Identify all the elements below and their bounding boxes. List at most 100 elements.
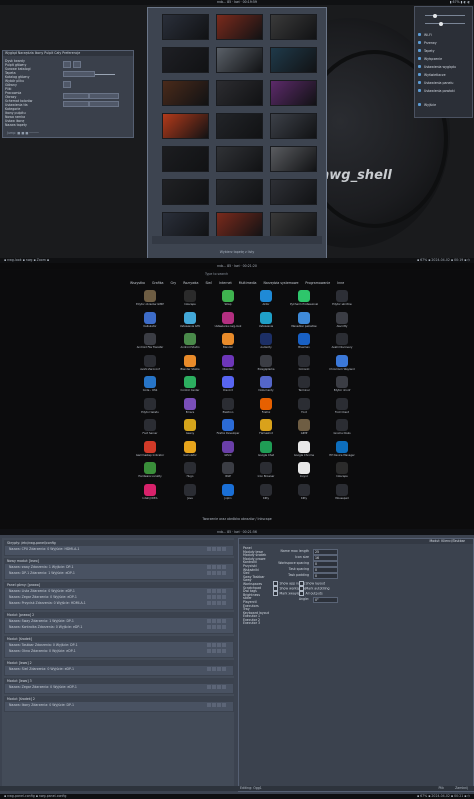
- brightness-slider[interactable]: [425, 21, 465, 26]
- app-label[interactable]: GIMP: [284, 432, 324, 435]
- color-swatch[interactable]: [63, 81, 71, 88]
- hp-icon[interactable]: [336, 440, 348, 453]
- bluetooth-icon[interactable]: [298, 333, 310, 345]
- gammastep-icon[interactable]: [144, 440, 156, 453]
- menu-item[interactable]: Preferencje: [62, 51, 80, 55]
- app-label[interactable]: Avahi Zeroconf: [130, 368, 170, 371]
- app-label[interactable]: Dokumenty: [246, 389, 286, 392]
- app-label[interactable]: Aktor: [246, 303, 286, 306]
- edit-icon[interactable]: [217, 625, 221, 629]
- foot-icon[interactable]: [144, 419, 156, 431]
- quick-item[interactable]: Tapety: [418, 49, 435, 53]
- app-label[interactable]: Gnome Disks: [322, 432, 362, 435]
- color-swatch[interactable]: [63, 61, 71, 68]
- edit-icon[interactable]: [217, 547, 221, 551]
- docs-icon[interactable]: [260, 376, 272, 388]
- module-row[interactable]: Nazwa: Sieć Zdarzenia: 0 Wyjście: eDP-1: [9, 667, 229, 672]
- move-up-icon[interactable]: [207, 685, 211, 689]
- app-label[interactable]: Edytor skrótów: [322, 303, 362, 306]
- move-down-icon[interactable]: [212, 565, 216, 569]
- app-label[interactable]: Google Chat: [246, 454, 286, 457]
- module-row[interactable]: Nazwa: Lista Zdarzenia: 0 Wyjście: eDP-1: [9, 589, 229, 594]
- move-down-icon[interactable]: [212, 589, 216, 593]
- wallpaper-thumbnail[interactable]: [216, 113, 263, 139]
- module-row[interactable]: Nazwa: sway Zdarzenia: 1 Wyjście: DP-1: [9, 565, 229, 570]
- app-label[interactable]: Galculator: [170, 454, 210, 457]
- edit-icon[interactable]: [217, 667, 221, 671]
- category-button[interactable]: Gry: [171, 281, 177, 285]
- quick-item-wifi[interactable]: Wi-Fi: [418, 33, 432, 37]
- move-down-icon[interactable]: [212, 649, 216, 653]
- file-button[interactable]: Plik: [438, 786, 444, 791]
- chromium-icon[interactable]: [336, 354, 348, 367]
- taskbar[interactable]: ▪ nwg-panel-config ▪ nwg-panel-config: [4, 794, 66, 799]
- settings-dropdown[interactable]: [63, 71, 95, 77]
- app-label[interactable]: IntelliJ IDEA: [130, 497, 170, 500]
- quick-item[interactable]: Wyświetlacze: [418, 73, 446, 77]
- category-button[interactable]: Grafika: [152, 281, 164, 285]
- terminal-icon[interactable]: [298, 376, 310, 388]
- avahi-icon[interactable]: [336, 333, 348, 345]
- app-label[interactable]: Foot: [284, 411, 324, 414]
- app-label[interactable]: Flameshot: [246, 432, 286, 435]
- app-label[interactable]: HP Device Manager: [322, 454, 362, 457]
- browser-icon[interactable]: [260, 354, 272, 367]
- menu-item[interactable]: Pulpit: [44, 51, 53, 55]
- app-label[interactable]: Java: [170, 497, 210, 500]
- wallpaper-thumbnail[interactable]: [216, 212, 263, 238]
- disk-icon[interactable]: [336, 419, 348, 431]
- calculator-icon[interactable]: [144, 311, 156, 324]
- app-label[interactable]: Gammastep Indicator: [130, 454, 170, 457]
- move-down-icon[interactable]: [212, 619, 216, 623]
- app-label[interactable]: Firefox Developer: [208, 432, 248, 435]
- app-label[interactable]: Firefox: [246, 411, 286, 414]
- terminal-icon[interactable]: [336, 311, 348, 324]
- module-row[interactable]: Nazwa: Sway Zdarzenia: 1 Wyjście: DP-1: [9, 619, 229, 624]
- android-studio-icon[interactable]: [184, 333, 196, 345]
- delete-icon[interactable]: [222, 571, 226, 575]
- move-down-icon[interactable]: [212, 685, 216, 689]
- delete-icon[interactable]: [222, 565, 226, 569]
- category-button[interactable]: Narzędzia systemowe: [264, 281, 299, 285]
- electron-icon[interactable]: [222, 397, 234, 410]
- edit-icon[interactable]: [217, 643, 221, 647]
- app-label[interactable]: Blueman: [284, 346, 324, 349]
- keyboard-icon[interactable]: [336, 290, 348, 302]
- foot-icon[interactable]: [336, 397, 348, 410]
- wallpaper-thumbnail[interactable]: [270, 80, 317, 106]
- settings-dropdown[interactable]: [89, 101, 119, 107]
- app-label[interactable]: IDLE: [208, 475, 248, 478]
- delete-icon[interactable]: [222, 703, 226, 707]
- move-up-icon[interactable]: [207, 589, 211, 593]
- app-label[interactable]: Alacritty: [322, 325, 362, 328]
- mousepad-icon[interactable]: [336, 483, 348, 496]
- category-button[interactable]: Sieć: [205, 281, 212, 285]
- gimp-icon[interactable]: [298, 419, 310, 431]
- checkbox[interactable]: All outputs: [299, 591, 323, 596]
- menu-item[interactable]: Narzędzia: [18, 51, 34, 55]
- app-label[interactable]: Hardware Locality: [130, 475, 170, 478]
- color-swatch[interactable]: [73, 61, 81, 68]
- app-label[interactable]: Kitty: [246, 497, 286, 500]
- app-label[interactable]: Ustawienia GTK: [170, 325, 210, 328]
- module-row[interactable]: Nazwa: Zegar Zdarzenia: 0 Wyjście: eDP-1: [9, 595, 229, 600]
- top-bar-indicators[interactable]: ▮ 67% ▮ ◐ ◐: [450, 0, 470, 5]
- app-label[interactable]: Foot Client: [322, 411, 362, 414]
- app-label[interactable]: Ustawienia: [246, 325, 286, 328]
- app-label[interactable]: Edytor tekstu: [130, 411, 170, 414]
- app-label[interactable]: Ustawienia nwg-look: [208, 325, 248, 328]
- module-row[interactable]: Nazwa: CPU Zdarzenia: 0 Wyjście: HDMI-A-…: [9, 547, 229, 552]
- inkscape-icon[interactable]: [336, 462, 348, 474]
- wallpaper-thumbnail[interactable]: [270, 47, 317, 73]
- control-icon[interactable]: [184, 376, 196, 388]
- wallpaper-thumbnail[interactable]: [162, 146, 209, 172]
- flameshot-icon[interactable]: [260, 419, 272, 431]
- module-group-title[interactable]: Nowy moduł: [lewo]: [5, 559, 233, 564]
- app-label[interactable]: Elektron: [208, 411, 248, 414]
- wallpaper-thumbnail[interactable]: [270, 212, 317, 238]
- wallpaper-thumbnail[interactable]: [216, 146, 263, 172]
- app-label[interactable]: Blender Stable: [170, 368, 210, 371]
- wallpaper-thumbnail[interactable]: [162, 113, 209, 139]
- move-up-icon[interactable]: [207, 667, 211, 671]
- app-label[interactable]: Code - OSS: [130, 389, 170, 392]
